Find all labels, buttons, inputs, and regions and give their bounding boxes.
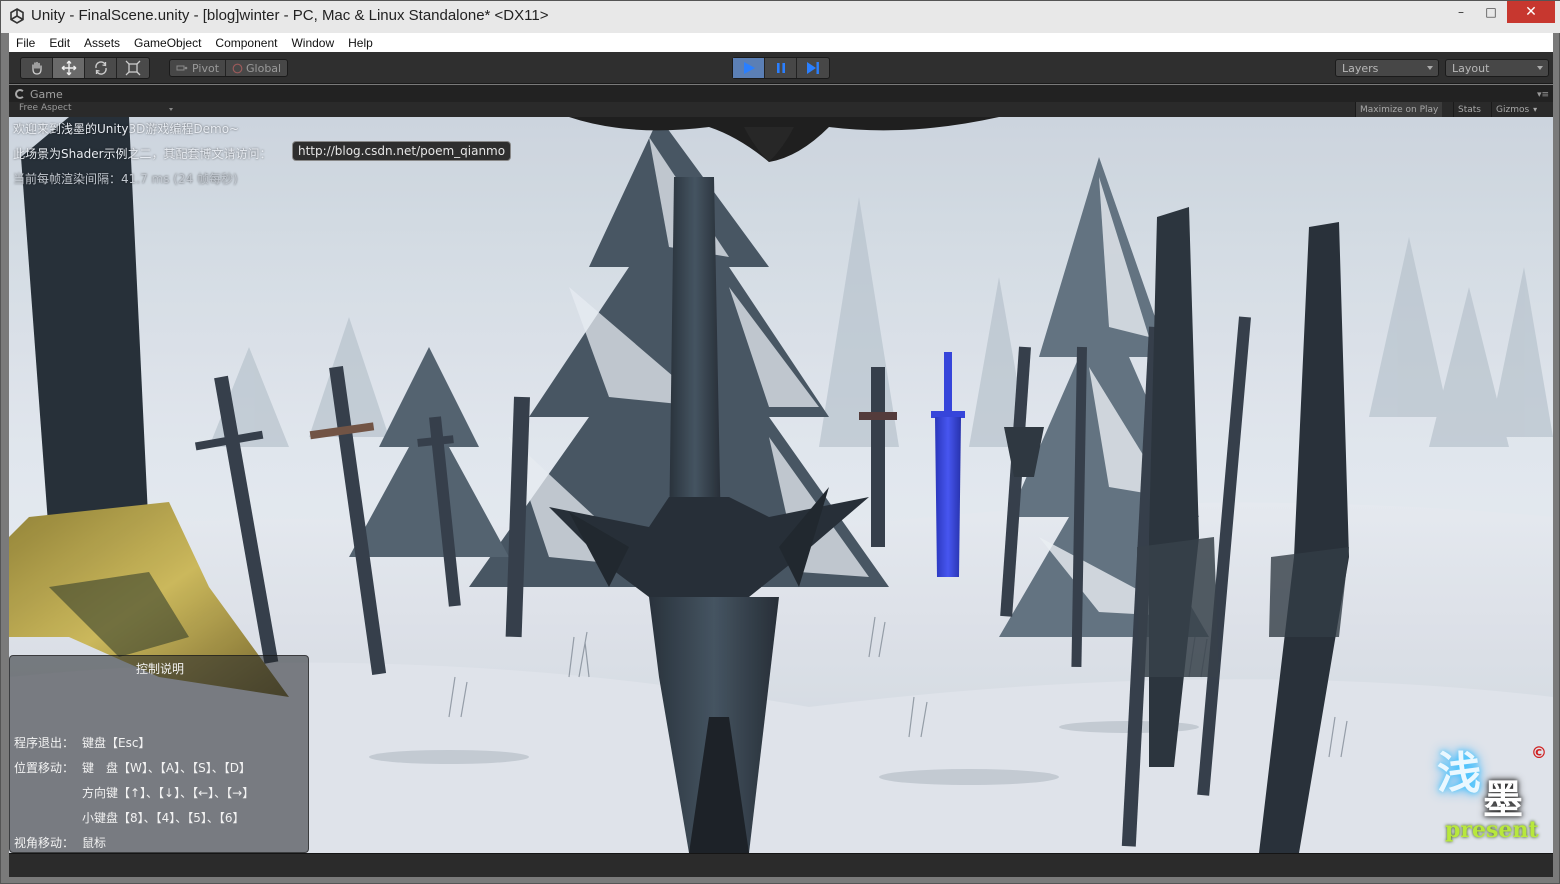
maximize-on-play-toggle[interactable]: Maximize on Play — [1355, 102, 1443, 117]
game-tab-label: Game — [30, 87, 63, 101]
pivot-button[interactable]: Pivot — [170, 60, 227, 76]
window-title: Unity - FinalScene.unity - [blog]winter … — [31, 7, 549, 24]
layout-dropdown[interactable]: Layout — [1445, 59, 1549, 77]
scale-icon — [125, 60, 141, 76]
move-icon — [61, 60, 76, 76]
play-icon — [743, 62, 755, 74]
step-button[interactable] — [797, 58, 829, 78]
minimize-button[interactable]: – — [1447, 1, 1475, 23]
layers-label: Layers — [1342, 61, 1379, 75]
game-view-toolbar: Free Aspect Maximize on Play Stats Gizmo… — [9, 102, 1553, 117]
view-label: 视角移动： — [14, 836, 75, 850]
panel-menu-icon[interactable]: ▾≡ — [1537, 90, 1549, 100]
title-bar: Unity - FinalScene.unity - [blog]winter … — [1, 1, 1560, 33]
game-view-panel: Game ▾≡ Free Aspect Maximize on Play Sta… — [9, 85, 1553, 877]
aspect-label: Free Aspect — [19, 103, 72, 113]
unity-window: Unity - FinalScene.unity - [blog]winter … — [0, 0, 1560, 884]
play-button[interactable] — [733, 58, 765, 78]
rotate-tool-button[interactable] — [85, 58, 117, 78]
pivot-label: Pivot — [192, 61, 220, 75]
layout-label: Layout — [1452, 61, 1490, 75]
logo-present: present — [1445, 817, 1539, 843]
hand-icon — [31, 61, 42, 75]
view-keys: 鼠标 — [82, 836, 107, 850]
gizmos-label: Gizmos — [1496, 104, 1530, 115]
pivot-icon — [176, 65, 188, 71]
transform-tools — [20, 57, 150, 79]
maximize-button[interactable]: □ — [1477, 1, 1505, 23]
game-tab-icon — [15, 89, 25, 99]
menu-bar: File Edit Assets GameObject Component Wi… — [9, 33, 1553, 52]
menu-window[interactable]: Window — [284, 36, 341, 50]
play-controls — [732, 57, 830, 79]
chevron-down-icon: ▾ — [1533, 105, 1538, 114]
step-icon — [807, 62, 819, 74]
logo-char-top: 浅 — [1437, 748, 1481, 799]
close-button[interactable]: ✕ — [1507, 1, 1555, 23]
pause-button[interactable] — [765, 58, 797, 78]
layers-dropdown[interactable]: Layers — [1335, 59, 1439, 77]
pause-icon — [776, 63, 785, 73]
copyright-icon: © — [1531, 743, 1547, 762]
globe-icon — [232, 63, 243, 73]
main-toolbar: Pivot Global Layers Layout — [9, 52, 1553, 84]
exit-label: 程序退出： — [14, 736, 75, 750]
stats-toggle[interactable]: Stats — [1453, 102, 1485, 117]
hand-tool-button[interactable] — [21, 58, 53, 78]
game-bottom-bar — [9, 853, 1553, 877]
tab-game[interactable]: Game — [15, 86, 63, 102]
controls-help-box: 控制说明 程序退出： 键盘【Esc】 位置移动： 键 盘【W】、【A】、【S】、… — [9, 655, 309, 853]
menu-file[interactable]: File — [9, 36, 42, 50]
rotate-icon — [94, 61, 107, 75]
hud-welcome-text: 欢迎来到浅墨的Unity3D游戏编程Demo~ — [13, 122, 240, 136]
aspect-dropdown[interactable]: Free Aspect — [19, 103, 173, 113]
move-keys-numpad: 小键盘【8】、【4】、【5】、【6】 — [82, 811, 245, 825]
hud-shader-note: 此场景为Shader示例之二，其配套博文请访问： — [13, 147, 272, 161]
chevron-down-icon — [169, 108, 173, 111]
exit-keys: 键盘【Esc】 — [82, 736, 151, 750]
unity-logo-icon — [10, 8, 24, 24]
blog-link-button[interactable]: http://blog.csdn.net/poem_qianmo — [292, 141, 512, 161]
game-scene-render[interactable]: 欢迎来到浅墨的Unity3D游戏编程Demo~ 此场景为Shader示例之二，其… — [9, 117, 1553, 853]
qianmo-logo: 浅 墨 present © — [1431, 737, 1551, 849]
menu-component[interactable]: Component — [208, 36, 284, 50]
menu-assets[interactable]: Assets — [77, 36, 127, 50]
menu-help[interactable]: Help — [341, 36, 380, 50]
controls-title: 控制说明 — [135, 662, 184, 676]
menu-gameobject[interactable]: GameObject — [127, 36, 208, 50]
move-keys-arrows: 方向键【↑】、【↓】、【←】、【→】 — [82, 786, 255, 800]
hud-frame-time: 当前每帧渲染间隔：41.7 ms (24 帧每秒) — [13, 172, 238, 186]
chevron-down-icon — [1427, 66, 1433, 70]
gizmos-dropdown[interactable]: Gizmos ▾ — [1491, 102, 1553, 117]
global-button[interactable]: Global — [226, 60, 287, 76]
menu-edit[interactable]: Edit — [42, 36, 77, 50]
scale-tool-button[interactable] — [117, 58, 149, 78]
move-tool-button[interactable] — [53, 58, 85, 78]
move-keys-wasd: 键 盘【W】、【A】、【S】、【D】 — [82, 761, 251, 775]
pivot-toggle-group: Pivot Global — [169, 59, 289, 77]
global-label: Global — [246, 61, 282, 75]
move-label: 位置移动： — [14, 761, 75, 775]
chevron-down-icon — [1537, 66, 1543, 70]
